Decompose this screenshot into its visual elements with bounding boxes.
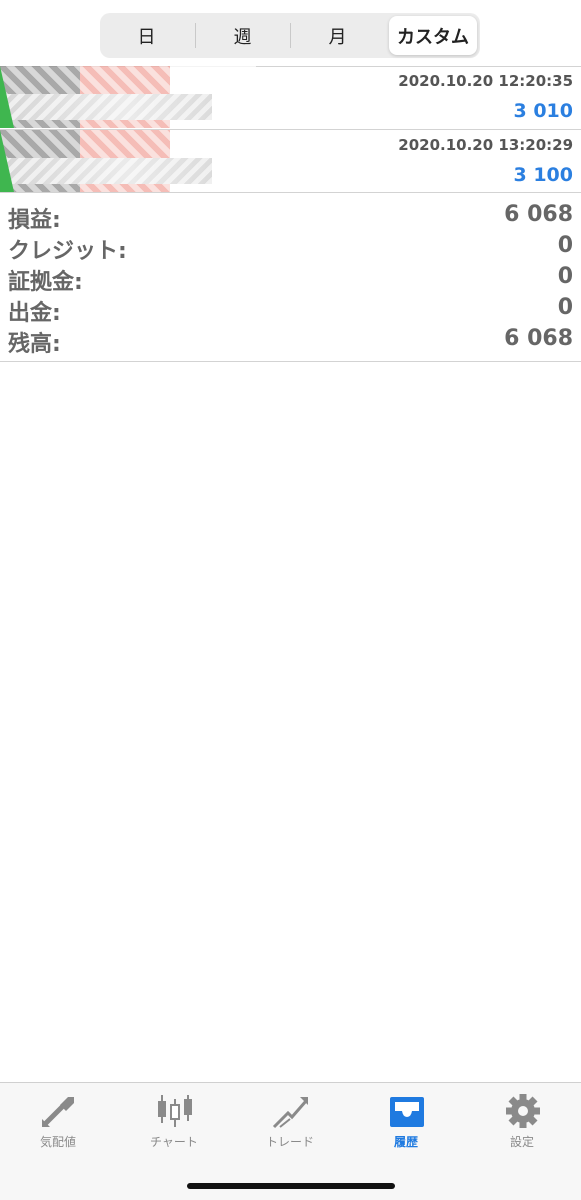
deal-time: 2020.10.20 12:20:35 [398,72,573,90]
tab-chart[interactable]: チャート [116,1091,232,1151]
summary-margin-value: 0 [557,264,573,289]
summary-margin-row: 証拠金: 0 [0,264,581,295]
segment-week[interactable]: 週 [196,16,289,55]
tab-settings[interactable]: 設定 [464,1091,580,1151]
buy-marker [0,130,14,192]
tab-history-label: 履歴 [393,1135,418,1149]
tab-trade-label: トレード [265,1135,314,1149]
segment-custom[interactable]: カスタム [389,16,477,55]
deal-profit: 3 010 [513,100,574,122]
summary-profit-row: 損益: 6 068 [0,202,581,233]
candlestick-chart-icon [158,1095,192,1127]
summary-profit-label: 損益: [8,208,61,233]
redacted-symbol-area [0,66,256,128]
summary-withdrawal-row: 出金: 0 [0,295,581,326]
summary-withdrawal-value: 0 [557,295,573,320]
home-indicator [187,1183,395,1189]
segment-day[interactable]: 日 [100,16,193,55]
tab-settings-label: 設定 [509,1135,534,1149]
summary-profit-value: 6 068 [504,202,573,227]
summary-credit-value: 0 [557,233,573,258]
tab-trade[interactable]: トレード [232,1091,348,1151]
segment-month[interactable]: 月 [291,16,384,55]
divider [0,361,581,362]
summary-credit-row: クレジット: 0 [0,233,581,264]
period-selector-bar: 日 週 月 カスタム [0,0,581,66]
summary-balance-label: 残高: [8,332,61,357]
summary-credit-label: クレジット: [8,239,127,264]
redacted-symbol-area [0,130,256,192]
divider [0,192,581,193]
quotes-arrows-icon [42,1097,74,1127]
summary-balance-value: 6 068 [504,326,573,351]
tab-chart-label: チャート [150,1135,198,1149]
buy-marker [0,66,14,128]
gear-icon [506,1094,540,1128]
deal-time: 2020.10.20 13:20:29 [398,136,573,154]
period-segmented-control: 日 週 月 カスタム [100,13,480,58]
summary-balance-row: 残高: 6 068 [0,326,581,357]
deal-profit: 3 100 [513,164,574,186]
inbox-history-icon [390,1097,424,1127]
tab-quotes-label: 気配値 [39,1135,76,1149]
trade-trend-icon [272,1097,308,1129]
summary-margin-label: 証拠金: [8,270,83,295]
tab-quotes[interactable]: 気配値 [0,1091,116,1151]
tab-history[interactable]: 履歴 [348,1091,464,1151]
deal-row[interactable]: 2020.10.20 12:20:35 3 010 [0,66,581,128]
deal-row[interactable]: 2020.10.20 13:20:29 3 100 [0,130,581,192]
summary-withdrawal-label: 出金: [8,301,61,326]
